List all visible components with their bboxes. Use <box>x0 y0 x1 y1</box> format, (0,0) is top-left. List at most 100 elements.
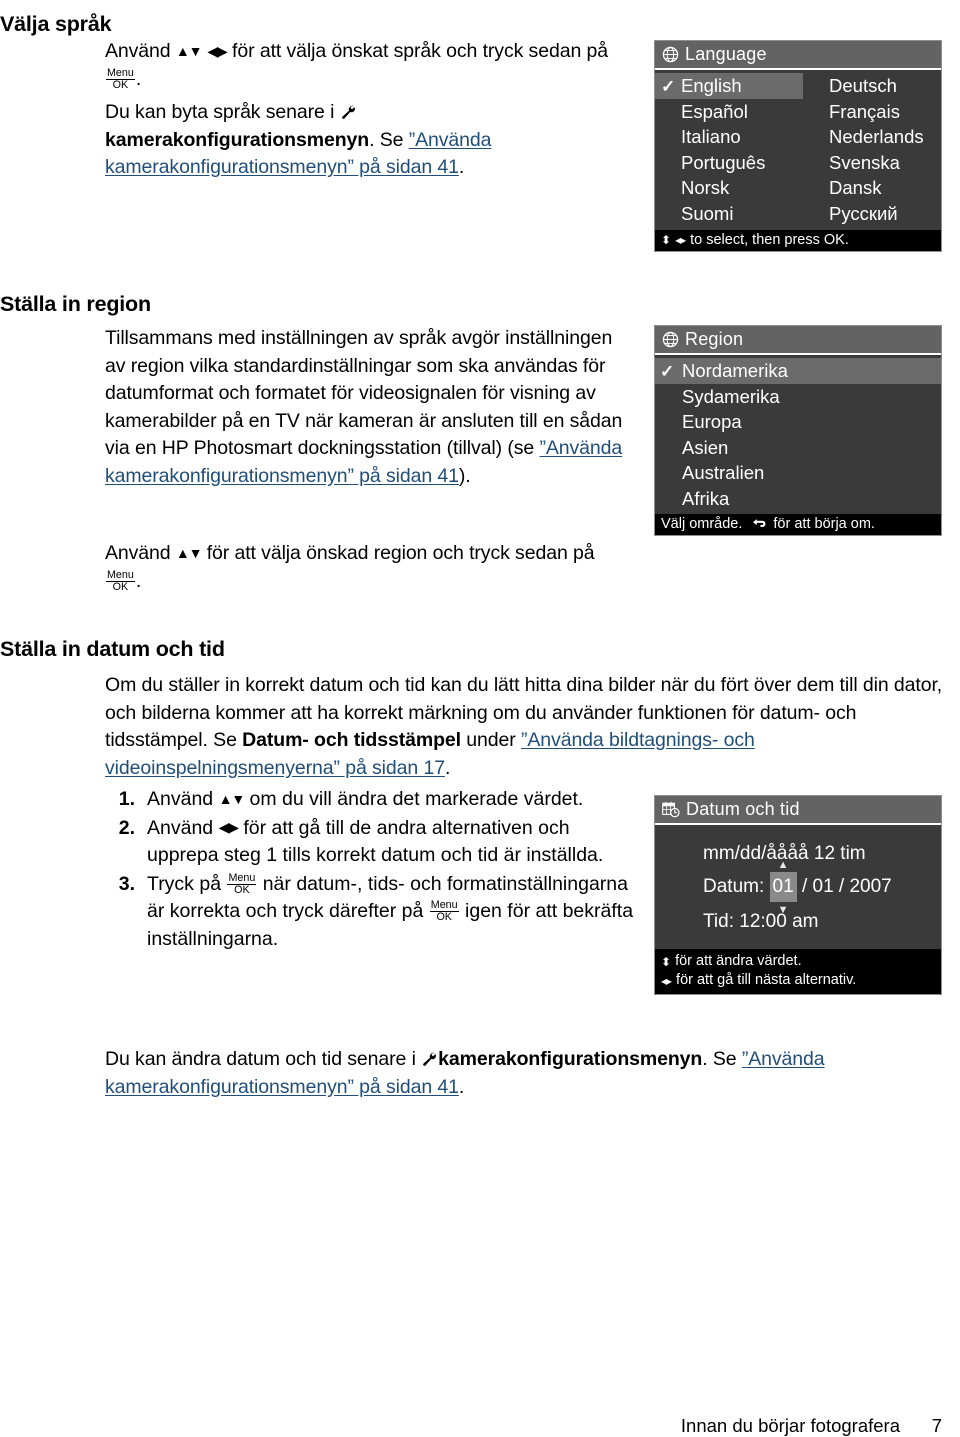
region-screen-title: Region <box>685 329 744 349</box>
datetime-footer-line-2: ◂▸ för att gå till nästa alternativ. <box>661 971 935 990</box>
region-para2-text-c: . <box>135 569 142 592</box>
datetime-paragraph-1: Om du ställer in korrekt datum och tid k… <box>105 672 957 782</box>
checkmark-icon: ✓ <box>661 77 676 96</box>
language-screen-titlebar: Language <box>655 41 941 70</box>
language-option-francais[interactable]: Français <box>803 99 941 125</box>
step-number: 3. <box>118 872 135 895</box>
language-para1-text-c: . <box>135 67 142 90</box>
language-option-dansk[interactable]: Dansk <box>803 175 941 201</box>
language-para2-text-b: . Se <box>369 128 409 151</box>
datetime-date-label: Datum: <box>703 876 765 897</box>
up-down-triangle-icon: ▲▼ <box>218 790 246 807</box>
datetime-para2-text-c: . <box>458 1075 465 1098</box>
region-option-australien[interactable]: Australien <box>655 460 941 486</box>
datetime-month-value: 01 <box>772 876 794 897</box>
language-option-label: English <box>681 75 742 96</box>
language-option-nederlands[interactable]: Nederlands <box>803 124 941 150</box>
region-para2-text-a: Använd <box>105 542 176 564</box>
language-option-english[interactable]: ✓ English <box>655 73 803 99</box>
region-screen-footer: Välj område. för att börja om. <box>655 514 941 535</box>
datetime-para2-text-b: . Se <box>702 1048 742 1070</box>
region-screen-body: ✓ Nordamerika Sydamerika Europa Asien Aus… <box>655 355 941 514</box>
datetime-date-rest: / 01 / 2007 <box>801 876 892 897</box>
language-para1-text-a: Använd <box>105 40 176 62</box>
language-para2-text-a: Du kan byta språk senare i <box>105 101 340 123</box>
language-option-italiano[interactable]: Italiano <box>655 124 803 150</box>
language-option-espanol[interactable]: Español <box>655 99 803 125</box>
datetime-format-row[interactable]: mm/dd/åååå 12 tim <box>655 839 941 869</box>
region-paragraph-2: Använd ▲▼ för att välja önskad region oc… <box>105 540 625 595</box>
left-right-triangle-icon: ◀▶ <box>218 819 239 836</box>
language-option-label: Nederlands <box>829 126 924 147</box>
language-para1-text-b: för att välja önskat språk och tryck sed… <box>226 40 608 62</box>
datetime-footer-line-1: ⬍ för att ändra värdet. <box>661 952 935 971</box>
region-option-label: Australien <box>682 462 765 483</box>
checkmark-icon: ✓ <box>660 362 675 381</box>
datetime-footer-text-1: för att ändra värdet. <box>675 953 802 969</box>
language-option-label: Français <box>829 100 900 122</box>
language-option-label: Dansk <box>829 177 882 198</box>
step-item-3: 3. Tryck på Menu OK när datum-, tids- och … <box>105 871 635 954</box>
up-down-triangle-icon: ▲▼ <box>175 544 203 561</box>
language-screen-title: Language <box>685 44 767 64</box>
region-option-label: Afrika <box>682 487 730 509</box>
region-screen-titlebar: Region <box>655 326 941 355</box>
region-screen-footer-text-b: för att börja om. <box>773 516 875 532</box>
up-down-triangle-icon: ▲▼ <box>175 42 203 59</box>
document-page: Välja språk Använd ▲▼ ◀▶ för att välja ön… <box>0 0 960 1436</box>
datetime-screen-body: mm/dd/åååå 12 tim Datum: ▲ 01 ▼ / 01 / 2… <box>655 825 941 949</box>
globe-icon <box>662 46 679 63</box>
datetime-date-row[interactable]: Datum: ▲ 01 ▼ / 01 / 2007 <box>655 860 941 916</box>
left-right-hint-icon: ◂▸ <box>661 973 672 988</box>
camera-screen-language: Language ✓ English Deutsch Español França… <box>654 40 942 252</box>
datetime-month-field[interactable]: ▲ 01 ▼ <box>769 860 797 916</box>
region-option-list: ✓ Nordamerika Sydamerika Europa Asien Aus… <box>655 355 941 514</box>
datetime-para2-bold: kamerakonfigurationsmenyn <box>438 1048 703 1070</box>
step-text-b: om du vill ändra det markerade värdet. <box>244 788 584 810</box>
region-option-afrika[interactable]: Afrika <box>655 486 941 512</box>
region-para1-text-c: ). <box>458 464 471 487</box>
menu-ok-button-icon: Menu OK <box>106 66 135 91</box>
language-option-deutsch[interactable]: Deutsch <box>803 73 941 99</box>
language-option-norsk[interactable]: Norsk <box>655 175 803 201</box>
wrench-icon <box>340 104 356 120</box>
datetime-para2-text-a: Du kan ändra datum och tid senare i <box>105 1048 422 1070</box>
datetime-time-row[interactable]: Tid: 12:00 am <box>655 907 941 937</box>
step-text-a: Använd <box>147 788 219 810</box>
step-number: 1. <box>118 788 135 810</box>
arrow-up-icon: ▲ <box>777 859 789 871</box>
up-down-hint-icon: ⬍ <box>661 954 671 969</box>
language-option-suomi[interactable]: Suomi <box>655 201 803 227</box>
region-option-sydamerika[interactable]: Sydamerika <box>655 384 941 410</box>
language-option-label: Português <box>681 151 766 173</box>
language-option-svenska[interactable]: Svenska <box>803 150 941 176</box>
step-number: 2. <box>118 816 135 839</box>
section-heading-language: Välja språk <box>0 12 112 36</box>
language-screen-footer-text: to select, then press OK. <box>690 232 849 248</box>
language-option-russian[interactable]: Русский <box>803 201 941 227</box>
region-screen-footer-text-a: Välj område. <box>661 516 743 532</box>
language-option-label: Svenska <box>829 151 900 173</box>
region-option-asien[interactable]: Asien <box>655 435 941 461</box>
datetime-time-label: Tid: <box>703 911 734 932</box>
menu-ok-button-icon: Menu OK <box>227 871 257 896</box>
region-para2-text-b: för att välja önskad region och tryck se… <box>201 542 595 564</box>
camera-screen-datetime: Datum och tid mm/dd/åååå 12 tim Datum: ▲… <box>654 795 942 995</box>
datetime-time-value: 12:00 am <box>739 911 819 932</box>
datetime-para1-text-c: . <box>444 756 451 779</box>
language-option-portugues[interactable]: Português <box>655 150 803 176</box>
datetime-para1-text-b: under <box>460 729 521 751</box>
region-option-label: Nordamerika <box>682 360 788 381</box>
left-right-triangle-icon: ◀▶ <box>207 42 227 59</box>
region-option-nordamerika[interactable]: ✓ Nordamerika <box>655 358 941 384</box>
language-screen-footer: ⬍ ◂▸ to select, then press OK. <box>655 230 941 251</box>
step-item-2: 2. Använd ◀▶ för att gå till de andra alt… <box>105 815 635 870</box>
region-option-label: Asien <box>682 436 729 458</box>
language-paragraph-1: Använd ▲▼ ◀▶ för att välja önskat språk o… <box>105 38 625 93</box>
region-paragraph-1: Tillsammans med inställningen av språk a… <box>105 325 625 490</box>
region-option-europa[interactable]: Europa <box>655 409 941 435</box>
region-option-label: Sydamerika <box>682 385 780 407</box>
page-number: 7 <box>931 1415 942 1436</box>
datetime-steps-list: 1. Använd ▲▼ om du vill ändra det markera… <box>105 786 635 954</box>
calendar-clock-icon <box>662 801 680 818</box>
